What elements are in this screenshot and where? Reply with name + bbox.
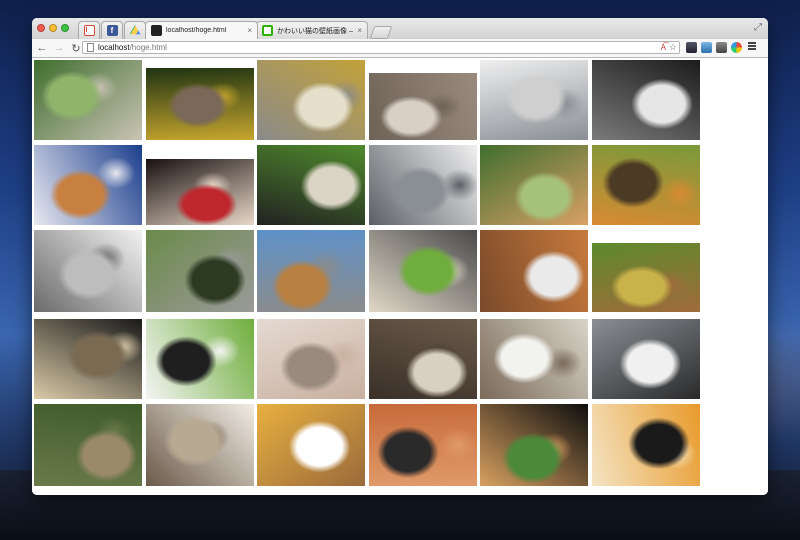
reload-button[interactable]: ↻: [69, 42, 83, 55]
tab-naver[interactable]: かわいい猫の壁紙画像 – NAVER ×: [256, 21, 368, 39]
cat-photo-gallery: [34, 60, 706, 490]
cat-photo: [257, 404, 365, 486]
url-host: localhost: [98, 43, 130, 52]
zoom-window-button[interactable]: [61, 24, 69, 32]
browser-toolbar: ← → ↻ localhost/hoge.html A͡ ☆: [32, 39, 768, 58]
cat-photo: [257, 319, 365, 399]
hamburger-menu-icon[interactable]: [748, 42, 756, 50]
naver-icon: [262, 25, 273, 36]
cat-photo: [368, 404, 477, 486]
cat-photo: [368, 230, 477, 312]
tab-hoge[interactable]: localhost/hoge.html ×: [145, 21, 258, 39]
cat-photo: [480, 319, 588, 399]
tab-title: localhost/hoge.html: [166, 27, 227, 34]
cat-photo: [34, 60, 142, 140]
extensions-area: [686, 42, 756, 53]
extension-icon-4[interactable]: [731, 42, 742, 53]
bookmark-star-icon[interactable]: ☆: [669, 42, 677, 53]
extension-icon-1[interactable]: [686, 42, 697, 53]
address-bar[interactable]: localhost/hoge.html A͡ ☆: [82, 41, 680, 54]
cat-photo: [480, 145, 588, 225]
cat-photo: [368, 319, 477, 399]
translate-icon[interactable]: A͡: [661, 42, 666, 53]
cat-photo: [145, 68, 254, 140]
google-drive-icon: [129, 25, 141, 35]
cat-photo: [591, 145, 700, 225]
cat-photo: [480, 230, 588, 312]
tab-close-icon[interactable]: ×: [247, 26, 252, 35]
cat-photo: [145, 319, 254, 399]
minimize-window-button[interactable]: [49, 24, 57, 32]
cat-photo: [145, 159, 254, 225]
cat-photo: [480, 404, 588, 486]
cat-photo: [145, 230, 254, 312]
browser-window: f localhost/hoge.html × かわいい猫の壁紙画像 – NAV…: [32, 18, 768, 495]
tab-title: かわいい猫の壁紙画像 – NAVER: [277, 27, 354, 35]
page-viewport: [32, 58, 768, 495]
extension-icon-3[interactable]: [716, 42, 727, 53]
forward-button[interactable]: →: [52, 42, 66, 54]
url-path: /hoge.html: [129, 43, 167, 52]
tab-close-icon[interactable]: ×: [357, 26, 362, 35]
window-controls: [37, 24, 69, 32]
tab-facebook[interactable]: f: [101, 21, 123, 39]
cat-photo: [257, 230, 365, 312]
cat-photo: [145, 404, 254, 486]
cat-photo: [480, 60, 588, 140]
gmail-icon: [83, 25, 95, 36]
cat-photo: [591, 319, 700, 399]
cat-photo: [591, 404, 700, 486]
fullscreen-icon[interactable]: ⤢: [754, 22, 762, 33]
cat-photo: [368, 145, 477, 225]
cat-photo: [34, 319, 142, 399]
close-window-button[interactable]: [37, 24, 45, 32]
page-icon: [151, 25, 162, 36]
back-button[interactable]: ←: [35, 42, 49, 54]
cat-photo: [368, 73, 477, 140]
cat-photo: [34, 404, 142, 486]
cat-photo: [257, 145, 365, 225]
extension-icon-2[interactable]: [701, 42, 712, 53]
cat-photo: [34, 230, 142, 312]
cat-photo: [591, 60, 700, 140]
page-info-icon[interactable]: [87, 43, 94, 52]
tab-gmail[interactable]: [78, 21, 100, 39]
new-tab-button[interactable]: [369, 26, 393, 39]
cat-photo: [34, 145, 142, 225]
cat-photo: [591, 243, 700, 312]
cat-photo: [257, 60, 365, 140]
tab-strip: f localhost/hoge.html × かわいい猫の壁紙画像 – NAV…: [32, 18, 768, 39]
facebook-icon: f: [106, 25, 118, 36]
tab-google-drive[interactable]: [124, 21, 146, 39]
